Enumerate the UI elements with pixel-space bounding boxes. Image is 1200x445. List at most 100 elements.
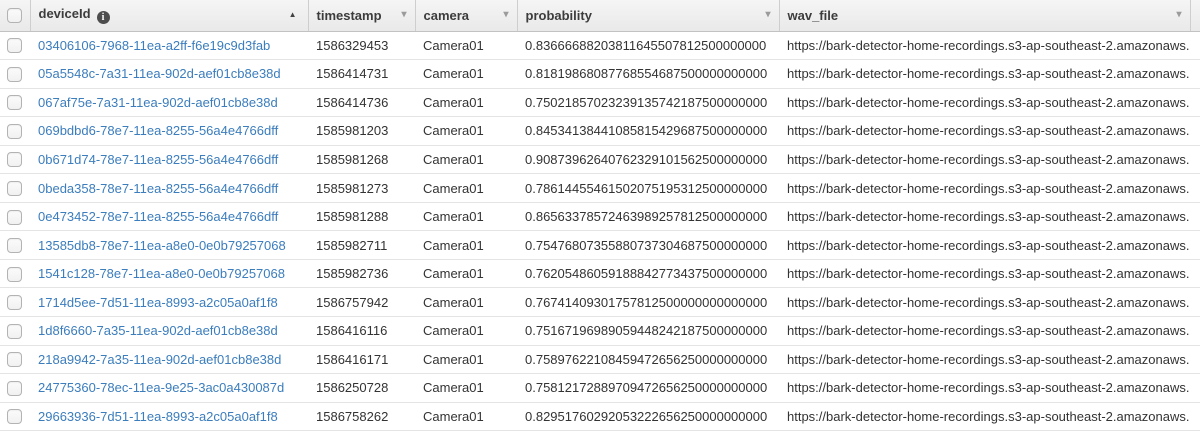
device-id-link[interactable]: 03406106-7968-11ea-a2ff-f6e19c9d3fab [38, 38, 270, 53]
row-checkbox[interactable] [7, 123, 22, 139]
device-id-cell: 03406106-7968-11ea-a2ff-f6e19c9d3fab [30, 31, 308, 61]
device-id-link[interactable]: 05a5548c-7a31-11ea-902d-aef01cb8e38d [38, 66, 281, 81]
column-header-deviceid[interactable]: deviceId i ▲ [29, 0, 308, 32]
device-id-cell: 13585db8-78e7-11ea-a8e0-0e0b79257068 [30, 230, 308, 260]
row-checkbox[interactable] [7, 238, 22, 254]
column-header-wav-file[interactable]: wav_file ▾ [778, 0, 1190, 32]
camera-cell: Camera01 [415, 316, 517, 346]
timestamp-cell: 1586758262 [308, 402, 415, 432]
row-checkbox[interactable] [7, 352, 22, 368]
wav-file-cell: https://bark-detector-home-recordings.s3… [779, 202, 1190, 232]
row-checkbox-cell [0, 230, 30, 260]
device-id-cell: 1541c128-78e7-11ea-a8e0-0e0b79257068 [30, 259, 308, 289]
column-header-camera-label: camera [423, 7, 470, 23]
row-checkbox[interactable] [7, 323, 22, 339]
camera-cell: Camera01 [415, 402, 517, 432]
row-checkbox-cell [0, 145, 30, 175]
table-header: deviceId i ▲ timestamp ▾ camera ▾ probabi… [0, 0, 1200, 32]
row-checkbox-cell [0, 373, 30, 403]
timestamp-cell: 1586414736 [308, 88, 415, 118]
info-icon[interactable]: i [96, 11, 110, 25]
wav-file-cell: https://bark-detector-home-recordings.s3… [779, 173, 1190, 203]
wav-file-cell: https://bark-detector-home-recordings.s3… [779, 230, 1190, 260]
device-id-link[interactable]: 067af75e-7a31-11ea-902d-aef01cb8e38d [38, 95, 278, 110]
row-checkbox[interactable] [7, 209, 22, 225]
device-id-link[interactable]: 1714d5ee-7d51-11ea-8993-a2c05a0af1f8 [38, 295, 278, 310]
camera-cell: Camera01 [415, 345, 517, 375]
wav-file-cell: https://bark-detector-home-recordings.s3… [779, 145, 1190, 175]
device-id-link[interactable]: 1d8f6660-7a35-11ea-902d-aef01cb8e38d [38, 323, 278, 338]
probability-cell: 0.76205486059188842773437500000000 [517, 259, 779, 289]
camera-cell: Camera01 [415, 173, 517, 203]
table-row: 067af75e-7a31-11ea-902d-aef01cb8e38d 158… [0, 88, 1200, 118]
timestamp-cell: 1585982736 [308, 259, 415, 289]
chevron-down-icon[interactable]: ▾ [1176, 10, 1181, 20]
row-checkbox[interactable] [7, 409, 22, 425]
row-edge-stub [1190, 373, 1200, 403]
probability-cell: 0.90873962640762329101562500000000 [517, 145, 779, 175]
row-checkbox[interactable] [7, 38, 22, 54]
probability-cell: 0.82951760292053222656250000000000 [517, 402, 779, 432]
column-header-probability[interactable]: probability ▾ [516, 0, 779, 32]
timestamp-cell: 1586416171 [308, 345, 415, 375]
row-checkbox-cell [0, 345, 30, 375]
row-edge-stub [1190, 202, 1200, 232]
sort-ascending-icon[interactable]: ▲ [289, 11, 297, 19]
device-id-cell: 0beda358-78e7-11ea-8255-56a4e4766dff [30, 173, 308, 203]
row-checkbox[interactable] [7, 181, 22, 197]
probability-cell: 0.75021857023239135742187500000000 [517, 88, 779, 118]
row-checkbox-cell [0, 202, 30, 232]
table-row: 069bdbd6-78e7-11ea-8255-56a4e4766dff 158… [0, 116, 1200, 146]
column-header-wav-file-label: wav_file [787, 7, 839, 23]
device-id-cell: 218a9942-7a35-11ea-902d-aef01cb8e38d [30, 345, 308, 375]
device-id-link[interactable]: 069bdbd6-78e7-11ea-8255-56a4e4766dff [38, 123, 278, 138]
wav-file-cell: https://bark-detector-home-recordings.s3… [779, 287, 1190, 317]
row-checkbox[interactable] [7, 95, 22, 111]
device-id-link[interactable]: 13585db8-78e7-11ea-a8e0-0e0b79257068 [38, 238, 286, 253]
chevron-down-icon[interactable]: ▾ [401, 10, 406, 20]
device-id-link[interactable]: 0b671d74-78e7-11ea-8255-56a4e4766dff [38, 152, 278, 167]
table-row: 03406106-7968-11ea-a2ff-f6e19c9d3fab 158… [0, 31, 1200, 61]
row-checkbox[interactable] [7, 66, 22, 82]
timestamp-cell: 1585981268 [308, 145, 415, 175]
chevron-down-icon[interactable]: ▾ [765, 10, 770, 20]
column-header-timestamp[interactable]: timestamp ▾ [307, 0, 415, 32]
row-checkbox[interactable] [7, 266, 22, 282]
table-row: 1541c128-78e7-11ea-a8e0-0e0b79257068 158… [0, 259, 1200, 289]
device-id-link[interactable]: 29663936-7d51-11ea-8993-a2c05a0af1f8 [38, 409, 278, 424]
row-checkbox-cell [0, 259, 30, 289]
wav-file-cell: https://bark-detector-home-recordings.s3… [779, 345, 1190, 375]
table-row: 13585db8-78e7-11ea-a8e0-0e0b79257068 158… [0, 230, 1200, 260]
chevron-down-icon[interactable]: ▾ [503, 10, 508, 20]
probability-cell: 0.86563378572463989257812500000000 [517, 202, 779, 232]
camera-cell: Camera01 [415, 59, 517, 89]
table-row: 1d8f6660-7a35-11ea-902d-aef01cb8e38d 158… [0, 316, 1200, 346]
camera-cell: Camera01 [415, 116, 517, 146]
device-id-link[interactable]: 24775360-78ec-11ea-9e25-3ac0a430087d [38, 380, 284, 395]
device-id-link[interactable]: 1541c128-78e7-11ea-a8e0-0e0b79257068 [38, 266, 285, 281]
camera-cell: Camera01 [415, 230, 517, 260]
wav-file-cell: https://bark-detector-home-recordings.s3… [779, 316, 1190, 346]
row-checkbox[interactable] [7, 380, 22, 396]
probability-cell: 0.81819868087768554687500000000000 [517, 59, 779, 89]
select-all-checkbox[interactable] [7, 8, 22, 24]
row-checkbox[interactable] [7, 295, 22, 311]
column-header-timestamp-label: timestamp [316, 7, 382, 23]
device-id-link[interactable]: 0beda358-78e7-11ea-8255-56a4e4766dff [38, 181, 278, 196]
header-edge-stub [1189, 0, 1200, 32]
row-checkbox[interactable] [7, 152, 22, 168]
probability-cell: 0.78614455461502075195312500000000 [517, 173, 779, 203]
row-checkbox-cell [0, 59, 30, 89]
device-id-cell: 1d8f6660-7a35-11ea-902d-aef01cb8e38d [30, 316, 308, 346]
row-checkbox-cell [0, 31, 30, 61]
probability-cell: 0.76741409301757812500000000000000 [517, 287, 779, 317]
column-header-camera[interactable]: camera ▾ [414, 0, 517, 32]
camera-cell: Camera01 [415, 373, 517, 403]
device-id-link[interactable]: 218a9942-7a35-11ea-902d-aef01cb8e38d [38, 352, 281, 367]
device-id-cell: 069bdbd6-78e7-11ea-8255-56a4e4766dff [30, 116, 308, 146]
wav-file-cell: https://bark-detector-home-recordings.s3… [779, 31, 1190, 61]
timestamp-cell: 1586414731 [308, 59, 415, 89]
row-edge-stub [1190, 316, 1200, 346]
device-id-link[interactable]: 0e473452-78e7-11ea-8255-56a4e4766dff [38, 209, 278, 224]
table-row: 218a9942-7a35-11ea-902d-aef01cb8e38d 158… [0, 345, 1200, 375]
